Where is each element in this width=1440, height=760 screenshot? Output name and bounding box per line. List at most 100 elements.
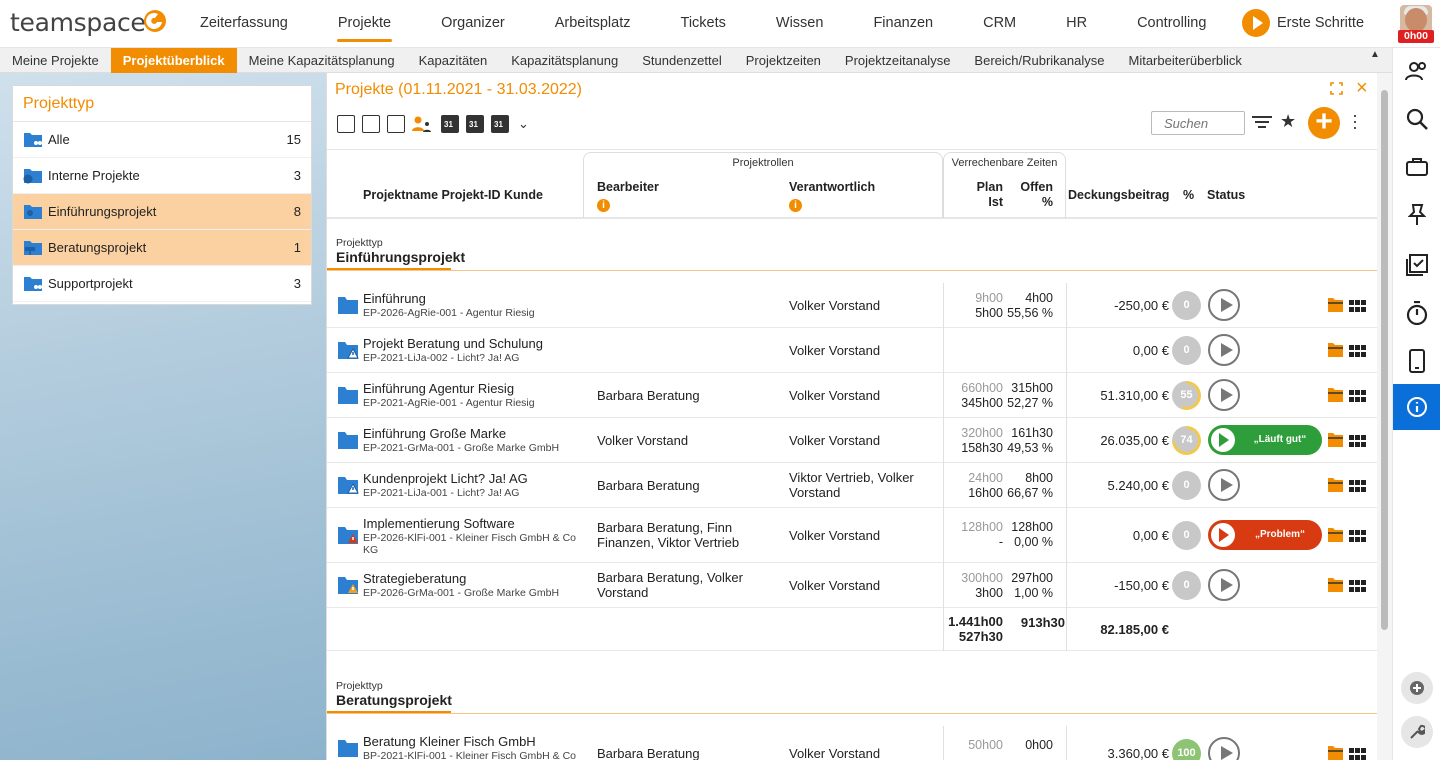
nav-crm[interactable]: CRM [958,0,1041,48]
grid-icon[interactable] [1349,345,1366,357]
calendar-day-icon[interactable] [441,115,459,133]
header-deckungsbeitrag[interactable]: Deckungsbeitrag [1068,188,1169,202]
timer-badge[interactable]: 0h00 [1398,30,1434,43]
folder-open-icon[interactable] [1327,745,1344,760]
add-project-button[interactable]: + [1308,107,1340,139]
nav-hr[interactable]: HR [1041,0,1112,48]
status-pill-good[interactable]: „Läuft gut“ [1208,425,1322,455]
table-row[interactable]: Strategieberatung EP-2026-GrMa-001 - Gro… [327,563,1377,608]
subnav-stundenzettel[interactable]: Stundenzettel [630,48,734,73]
users-icon[interactable] [1393,48,1440,94]
grid-icon[interactable] [1349,300,1366,312]
scrollbar[interactable] [1377,73,1392,760]
table-row[interactable]: Implementierung Software EP-2026-KlFi-00… [327,508,1377,563]
tasks-icon[interactable] [1393,242,1440,288]
grid-icon[interactable] [1349,435,1366,447]
status-play-button[interactable] [1208,737,1240,760]
folder-open-icon[interactable] [1327,297,1344,313]
projekttyp-support[interactable]: Supportprojekt 3 [13,266,311,302]
chevron-down-icon[interactable]: ⌄ [518,116,529,132]
projekttyp-einfuehrung[interactable]: Einführungsprojekt 8 [13,194,311,230]
status-play-button[interactable] [1208,469,1240,501]
calendar-week-icon[interactable] [466,115,484,133]
nav-controlling[interactable]: Controlling [1112,0,1231,48]
table-row[interactable]: Einführung Agentur Riesig EP-2021-AgRie-… [327,373,1377,418]
wrench-icon[interactable] [1401,716,1433,748]
grid-icon[interactable] [1349,530,1366,542]
folder-open-icon[interactable] [1327,477,1344,493]
calendar-month-icon[interactable] [491,115,509,133]
nav-finanzen[interactable]: Finanzen [848,0,958,48]
table-row[interactable]: Projekt Beratung und Schulung EP-2021-Li… [327,328,1377,373]
projekttyp-alle[interactable]: Alle 15 [13,122,311,158]
header-projektname[interactable]: Projektname Projekt-ID Kunde [363,188,543,202]
status-play-button[interactable] [1208,289,1240,321]
more-options-icon[interactable]: · · · [1352,106,1358,136]
nav-wissen[interactable]: Wissen [751,0,849,48]
subnav-projektzeitanalyse[interactable]: Projektzeitanalyse [833,48,963,73]
header-offen[interactable]: Offen [1003,180,1053,194]
table-row[interactable]: Kundenprojekt Licht? Ja! AG EP-2021-LiJa… [327,463,1377,508]
folder-open-icon[interactable] [1327,432,1344,448]
header-bearbeiter[interactable]: Bearbeiter [597,180,659,194]
status-play-button[interactable] [1208,569,1240,601]
header-ist[interactable]: Ist [943,195,1003,209]
grid-icon[interactable] [1349,580,1366,592]
folder-open-icon[interactable] [1327,387,1344,403]
stopwatch-icon[interactable] [1393,290,1440,336]
grid-icon[interactable] [1349,748,1366,760]
close-icon[interactable]: × [1356,77,1368,100]
table-row[interactable]: Einführung EP-2026-AgRie-001 - Agentur R… [327,283,1377,328]
folder-open-icon[interactable] [1327,342,1344,358]
header-status[interactable]: Status [1207,188,1245,202]
section-title[interactable]: Beratungsprojekt [336,692,452,708]
projekttyp-interne[interactable]: Interne Projekte 3 [13,158,311,194]
chart-view-icon[interactable] [387,115,405,133]
info-icon[interactable]: i [597,196,610,212]
scroll-thumb[interactable] [1381,90,1388,630]
grid-icon[interactable] [1349,480,1366,492]
subnav-meine-projekte[interactable]: Meine Projekte [0,48,111,73]
subnav-mitarbeiterueberblick[interactable]: Mitarbeiterüberblick [1117,48,1254,73]
header-verantwortlich[interactable]: Verantwortlich [789,180,875,194]
subnav-kapazitaeten[interactable]: Kapazitäten [407,48,500,73]
status-play-button[interactable] [1208,334,1240,366]
status-pill-problem[interactable]: „Problem“ [1208,520,1322,550]
teamspace-logo[interactable]: teamspace [10,8,146,37]
subnav-bereich-rubrikanalyse[interactable]: Bereich/Rubrikanalyse [962,48,1116,73]
section-title[interactable]: Einführungsprojekt [336,249,465,265]
star-icon[interactable]: ★ [1280,111,1296,132]
briefcase-icon[interactable] [1393,144,1440,190]
mobile-icon[interactable] [1393,338,1440,384]
users-view-icon[interactable] [412,115,434,133]
subnav-meine-kapazitaetsplanung[interactable]: Meine Kapazitätsplanung [237,48,407,73]
nav-projekte[interactable]: Projekte [313,0,416,48]
info-icon[interactable] [1393,384,1440,430]
subnav-projektzeiten[interactable]: Projektzeiten [734,48,833,73]
filter-icon[interactable] [1252,116,1272,130]
header-plan[interactable]: Plan [943,180,1003,194]
list-view-icon[interactable] [337,115,355,133]
table-row[interactable]: Beratung Kleiner Fisch GmbH BP-2021-KlFi… [327,726,1377,760]
nav-organizer[interactable]: Organizer [416,0,530,48]
nav-zeiterfassung[interactable]: Zeiterfassung [175,0,313,48]
erste-schritte-button[interactable]: Erste Schritte [1242,9,1364,37]
header-pct[interactable]: % [1183,188,1194,202]
pin-icon[interactable] [1393,192,1440,238]
subnav-kapazitaetsplanung[interactable]: Kapazitätsplanung [499,48,630,73]
subnav-projektueberblick[interactable]: Projektüberblick [110,48,237,73]
nav-arbeitsplatz[interactable]: Arbeitsplatz [530,0,656,48]
search-icon[interactable] [1393,96,1440,142]
plus-circle-icon[interactable] [1401,672,1433,704]
projekttyp-beratung[interactable]: Beratungsprojekt 1 [13,230,311,266]
expand-icon[interactable] [1330,82,1343,95]
tile-view-icon[interactable] [362,115,380,133]
collapse-up-icon[interactable]: ▲ [1370,49,1380,60]
status-play-button[interactable] [1208,379,1240,411]
search-input[interactable] [1151,111,1245,135]
grid-icon[interactable] [1349,390,1366,402]
folder-open-icon[interactable] [1327,577,1344,593]
nav-tickets[interactable]: Tickets [656,0,751,48]
folder-open-icon[interactable] [1327,527,1344,543]
info-icon[interactable]: i [789,196,802,212]
